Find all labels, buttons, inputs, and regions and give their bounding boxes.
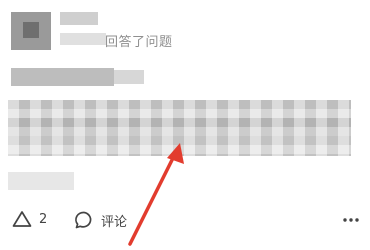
like-count: 2 (39, 211, 48, 227)
action-bar: 2 评论 (0, 206, 370, 240)
question-title-redacted-tail (114, 70, 144, 84)
author-name-redacted[interactable] (60, 12, 98, 25)
author-subtitle-redacted (60, 33, 106, 45)
comment-label: 评论 (101, 214, 128, 230)
question-title-redacted[interactable] (11, 68, 114, 86)
avatar[interactable] (11, 12, 51, 50)
answer-body-line-4-redacted[interactable] (8, 172, 74, 190)
like-button[interactable]: 2 (12, 210, 47, 228)
comment-button[interactable]: 评论 (74, 210, 127, 230)
triangle-up-icon (12, 211, 32, 227)
answer-card: 回答了问题 2 评论 (0, 0, 370, 250)
more-button[interactable] (342, 210, 360, 230)
answered-question-text: 回答了问题 (105, 35, 173, 50)
ellipsis-icon (343, 218, 359, 222)
speech-bubble-icon (75, 211, 92, 229)
